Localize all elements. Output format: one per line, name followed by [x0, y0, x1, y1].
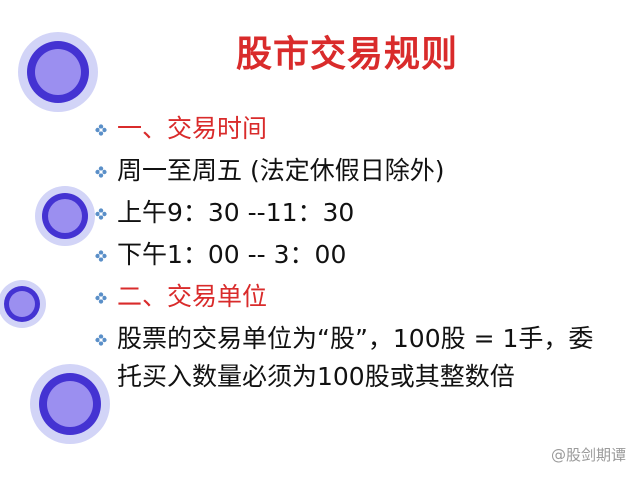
bullet-item-morning: 上午9：30 --11：30 — [95, 194, 615, 232]
bullet-item-heading-2: 二、交易单位 — [95, 278, 615, 316]
bullet-item-weekdays: 周一至周五 (法定休假日除外) — [95, 152, 615, 190]
flower-bullet-icon — [95, 124, 107, 136]
flower-bullet-icon — [95, 334, 107, 346]
decor-circle-1 — [18, 32, 98, 112]
watermark: @股剑期谭 — [550, 446, 626, 464]
bullet-text: 一、交易时间 — [117, 114, 268, 143]
bullet-list: 一、交易时间 周一至周五 (法定休假日除外) 上午9：30 --11：30 下午… — [95, 110, 615, 400]
slide-title: 股市交易规则 — [236, 33, 459, 75]
decor-circle-3 — [0, 280, 46, 328]
bullet-item-trading-unit: 股票的交易单位为“股”，100股 = 1手，委托买入数量必须为100股或其整数倍 — [95, 320, 615, 396]
flower-bullet-icon — [95, 292, 107, 304]
flower-bullet-icon — [95, 250, 107, 262]
bullet-item-afternoon: 下午1：00 -- 3：00 — [95, 236, 615, 274]
bullet-text: 周一至周五 (法定休假日除外) — [117, 156, 445, 185]
bullet-text: 二、交易单位 — [117, 282, 268, 311]
bullet-text: 股票的交易单位为“股”，100股 = 1手，委托买入数量必须为100股或其整数倍 — [117, 324, 594, 391]
slide: 股市交易规则 一、交易时间 周一至周五 (法定休假日除外) 上午9：30 --1… — [0, 0, 640, 477]
flower-bullet-icon — [95, 208, 107, 220]
bullet-text: 下午1：00 -- 3：00 — [117, 240, 347, 269]
decor-circle-2 — [35, 186, 95, 246]
bullet-item-heading-1: 一、交易时间 — [95, 110, 615, 148]
flower-bullet-icon — [95, 166, 107, 178]
bullet-text: 上午9：30 --11：30 — [117, 198, 355, 227]
